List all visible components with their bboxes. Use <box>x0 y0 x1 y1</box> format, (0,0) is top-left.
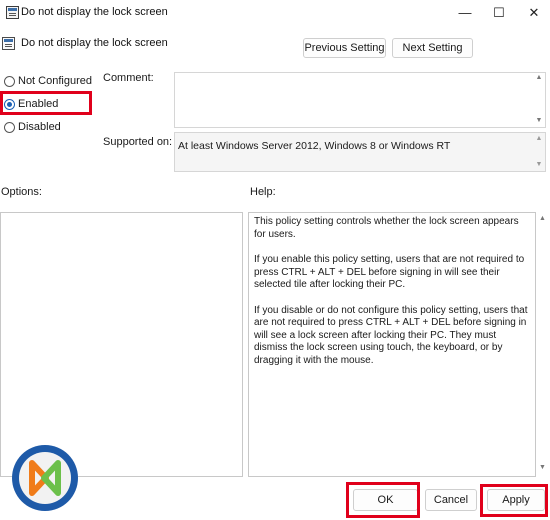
options-panel <box>0 212 243 477</box>
radio-disabled[interactable]: Disabled <box>4 119 61 135</box>
radio-circle[interactable] <box>4 121 15 133</box>
supported-scroll-up-icon[interactable]: ▲ <box>534 135 544 142</box>
ok-highlight-box <box>346 482 420 518</box>
comment-scroll-down-icon[interactable]: ▼ <box>534 117 544 124</box>
supported-on-label: Supported on: <box>103 136 173 148</box>
help-scroll-up-icon[interactable]: ▲ <box>537 215 548 222</box>
supported-scroll-down-icon[interactable]: ▼ <box>534 161 544 168</box>
supported-on-value: At least Windows Server 2012, Windows 8 … <box>178 140 451 152</box>
help-scroll-down-icon[interactable]: ▼ <box>537 464 548 471</box>
title-bar: Do not display the lock screen — ☐ ✕ <box>0 0 550 26</box>
watermark-logo-icon <box>12 445 78 511</box>
help-label: Help: <box>250 186 276 198</box>
radio-label: Not Configured <box>18 75 92 87</box>
enabled-highlight-box <box>0 91 92 115</box>
close-button[interactable]: ✕ <box>522 3 546 23</box>
comment-scroll-up-icon[interactable]: ▲ <box>534 74 544 81</box>
comment-label: Comment: <box>103 72 154 84</box>
supported-on-box <box>174 132 546 172</box>
help-panel: This policy setting controls whether the… <box>248 212 536 477</box>
policy-title: Do not display the lock screen <box>21 37 168 49</box>
help-paragraph: If you enable this policy setting, users… <box>254 254 525 290</box>
minimize-button[interactable]: — <box>453 3 477 23</box>
next-setting-button[interactable]: Next Setting <box>392 38 473 58</box>
help-paragraph: If you disable or do not configure this … <box>254 304 528 366</box>
previous-setting-button[interactable]: Previous Setting <box>303 38 386 58</box>
help-scrollbar[interactable]: ▲ ▼ <box>537 212 548 477</box>
radio-circle[interactable] <box>4 75 15 87</box>
options-label: Options: <box>1 186 42 198</box>
help-paragraph: This policy setting controls whether the… <box>254 216 519 240</box>
apply-highlight-box <box>480 484 548 517</box>
radio-label: Disabled <box>18 121 61 133</box>
policy-editor-icon <box>6 6 19 19</box>
comment-textarea[interactable] <box>174 72 546 128</box>
window-title: Do not display the lock screen <box>21 6 168 18</box>
maximize-button[interactable]: ☐ <box>487 3 511 23</box>
radio-not-configured[interactable]: Not Configured <box>4 73 92 89</box>
cancel-button[interactable]: Cancel <box>425 489 477 511</box>
policy-setting-icon <box>2 37 15 50</box>
